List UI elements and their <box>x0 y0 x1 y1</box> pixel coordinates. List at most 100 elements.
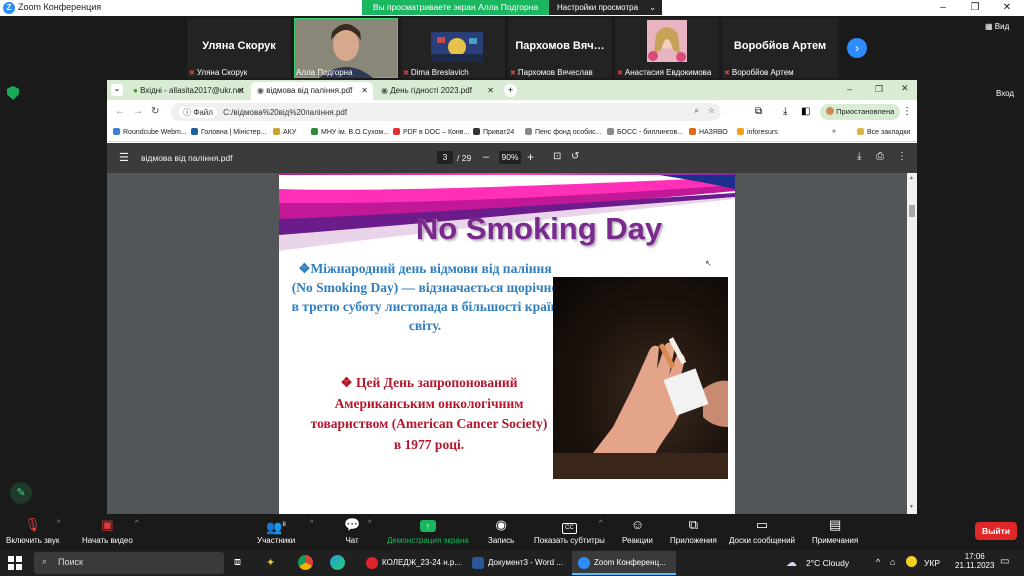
participant-tile[interactable]: ✖ Dima Breslavich <box>401 18 505 78</box>
bookmark-item[interactable]: PDF в DOC – Конв... <box>393 128 469 136</box>
captions-button[interactable]: CC Показать субтитры <box>534 517 605 545</box>
hamburger-menu-icon[interactable]: ☰ <box>119 151 129 164</box>
network-icon[interactable]: ⌂ <box>890 557 895 567</box>
tab-search-icon[interactable]: ⌄ <box>111 84 123 96</box>
tab-pdf-active[interactable]: ◉ відмова від паління.pdf ✕ <box>251 82 373 100</box>
rotate-icon[interactable]: ↺ <box>571 151 579 162</box>
bookmark-item[interactable]: Приват24 <box>473 128 514 136</box>
captions-chevron-icon[interactable]: ^ <box>599 520 602 527</box>
reactions-button[interactable]: ☺ Реакции <box>622 517 653 545</box>
close-tab-icon[interactable]: ✕ <box>237 86 244 95</box>
participants-button[interactable]: 👥8 Участники <box>257 517 295 545</box>
scroll-up-icon[interactable]: ▲ <box>909 175 914 181</box>
participants-chevron-icon[interactable]: ^ <box>310 520 313 527</box>
profile-button[interactable]: Приостановлена <box>820 104 901 120</box>
task-view-icon[interactable]: ⧈ <box>234 556 241 569</box>
pdf-scrollbar[interactable]: ▲ ▼ <box>907 173 917 514</box>
extensions-icon[interactable]: ⧉ <box>755 106 762 117</box>
tab-pdf-2[interactable]: ◉ День гідності 2023.pdf ✕ <box>375 82 499 100</box>
print-icon[interactable]: ⎙ <box>876 151 884 162</box>
file-info-chip[interactable]: ⓘ Файл <box>179 107 217 118</box>
edge-icon[interactable] <box>330 555 345 570</box>
taskbar-app-opera[interactable]: КОЛЕДЖ_23-24 н.р.... <box>360 551 462 575</box>
security-shield-icon[interactable] <box>7 86 19 100</box>
forward-arrow-icon[interactable]: → <box>133 106 143 117</box>
leave-meeting-button[interactable]: Выйти <box>975 522 1017 540</box>
participant-tile-active-speaker[interactable]: Алла Подгорна <box>294 18 398 78</box>
zoom-level-input[interactable]: 90% <box>499 151 521 164</box>
reload-icon[interactable]: ↻ <box>151 106 159 117</box>
zoom-in-icon[interactable]: + <box>527 150 534 164</box>
browser-menu-icon[interactable]: ⋮ <box>902 106 912 117</box>
participant-tile[interactable]: Воробйов Артем ✖ Воробйов Артем <box>722 18 838 78</box>
bookmark-item[interactable]: НАЗЯВО <box>689 128 728 136</box>
notifications-icon[interactable]: ▭ <box>1000 556 1009 567</box>
notes-button[interactable]: ▤ Примечания <box>812 517 858 545</box>
start-video-button[interactable]: ▣ Начать видео <box>82 517 133 545</box>
chat-chevron-icon[interactable]: ^ <box>368 520 371 527</box>
windows-start-icon[interactable] <box>8 556 22 570</box>
audio-options-chevron-icon[interactable]: ^ <box>57 520 60 527</box>
bookmark-item[interactable]: Roundcube Webm... <box>113 128 187 136</box>
all-bookmarks-button[interactable]: Все закладки <box>857 128 910 136</box>
zoom-magnifier-icon[interactable]: ⌕ <box>695 106 699 116</box>
bookmark-icon <box>273 128 280 135</box>
next-participants-button[interactable]: › <box>847 38 867 58</box>
close-window-button[interactable]: ✕ <box>992 1 1022 15</box>
tray-app-icon[interactable] <box>906 556 917 567</box>
participant-tile[interactable]: Пархомов Вяч… ✖ Пархомов Вячеслав <box>508 18 612 78</box>
language-indicator[interactable]: УКР <box>924 558 940 568</box>
view-button[interactable]: ▦ Вид <box>985 22 1009 31</box>
taskbar-search-box[interactable]: ⌕ Поиск <box>34 552 224 574</box>
whiteboards-button[interactable]: ▭ Доски сообщений <box>729 517 795 545</box>
pdf-download-icon[interactable]: ⤓ <box>857 151 861 162</box>
share-screen-button[interactable]: ↑ Демонстрация экрана <box>387 517 469 545</box>
download-icon[interactable]: ⤓ <box>783 106 787 117</box>
bookmark-star-icon[interactable]: ☆ <box>708 106 715 115</box>
unmute-button[interactable]: 🎙 Включить звук <box>6 517 59 545</box>
minimize-browser-icon[interactable]: – <box>847 84 852 94</box>
bookmark-item[interactable]: МНУ ім. В.О.Сухом... <box>311 128 389 136</box>
bookmark-item[interactable]: Пенс фонд особис... <box>525 128 601 136</box>
bookmark-item[interactable]: АКУ <box>273 128 296 136</box>
close-tab-icon[interactable]: ✕ <box>361 86 368 95</box>
taskbar-app-zoom[interactable]: Zoom Конференц... <box>572 551 676 575</box>
scrollbar-thumb[interactable] <box>909 205 915 217</box>
clock[interactable]: 17:06 21.11.2023 <box>955 552 994 570</box>
widgets-icon[interactable]: ✦ <box>266 556 275 569</box>
close-tab-icon[interactable]: ✕ <box>487 86 494 95</box>
weather-text[interactable]: 2°C Cloudy <box>806 558 849 568</box>
restore-browser-icon[interactable]: ❐ <box>875 84 883 95</box>
close-browser-icon[interactable]: ✕ <box>901 83 909 94</box>
tab-mail[interactable]: ● Вхідні - allasita2017@ukr.net ✕ <box>127 82 249 100</box>
new-tab-plus-icon[interactable]: + <box>504 84 517 97</box>
participant-tile[interactable]: ✖ Анастасия Евдокимова <box>615 18 719 78</box>
shared-browser-window: ⌄ ● Вхідні - allasita2017@ukr.net ✕ ◉ від… <box>107 80 917 514</box>
bookmark-item[interactable]: Головна | Міністер... <box>191 128 266 136</box>
tray-overflow-icon[interactable]: ^ <box>876 557 880 567</box>
minimize-button[interactable]: – <box>928 1 958 15</box>
taskbar-app-word[interactable]: Документ3 - Word ... <box>466 551 568 575</box>
annotate-pencil-icon[interactable]: ✎ <box>10 482 32 504</box>
url-bar[interactable]: ⓘ Файл C:/відмова%20від%20паління.pdf ⌕ … <box>171 103 721 121</box>
pdf-more-icon[interactable]: ⋮ <box>897 151 907 162</box>
bookmark-item[interactable]: БОСС - биллингов... <box>607 128 683 136</box>
record-button[interactable]: ◉ Запись <box>488 517 514 545</box>
participants-icon: 👥8 <box>266 519 286 535</box>
view-settings-button[interactable]: Настройки просмотра ⌄ <box>549 0 662 15</box>
enter-button[interactable]: Вход <box>996 89 1014 98</box>
zoom-out-icon[interactable]: – <box>483 151 489 163</box>
apps-button[interactable]: ⧉ Приложения <box>670 517 717 545</box>
participant-tile[interactable]: Уляна Скорук ✖ Уляна Скорук <box>187 18 291 78</box>
page-number-input[interactable]: 3 <box>437 151 453 164</box>
maximize-button[interactable]: ❐ <box>960 1 990 15</box>
fit-page-icon[interactable]: ⊡ <box>553 151 561 162</box>
bookmark-item[interactable]: inforesurs <box>737 128 778 136</box>
chrome-icon[interactable] <box>298 555 313 570</box>
chat-button[interactable]: 💬 Чат <box>344 517 360 545</box>
back-arrow-icon[interactable]: ← <box>115 106 125 117</box>
side-panel-icon[interactable]: ◧ <box>801 106 810 117</box>
scroll-down-icon[interactable]: ▼ <box>909 504 914 510</box>
video-options-chevron-icon[interactable]: ^ <box>135 520 138 527</box>
more-bookmarks-icon[interactable]: » <box>832 128 836 135</box>
